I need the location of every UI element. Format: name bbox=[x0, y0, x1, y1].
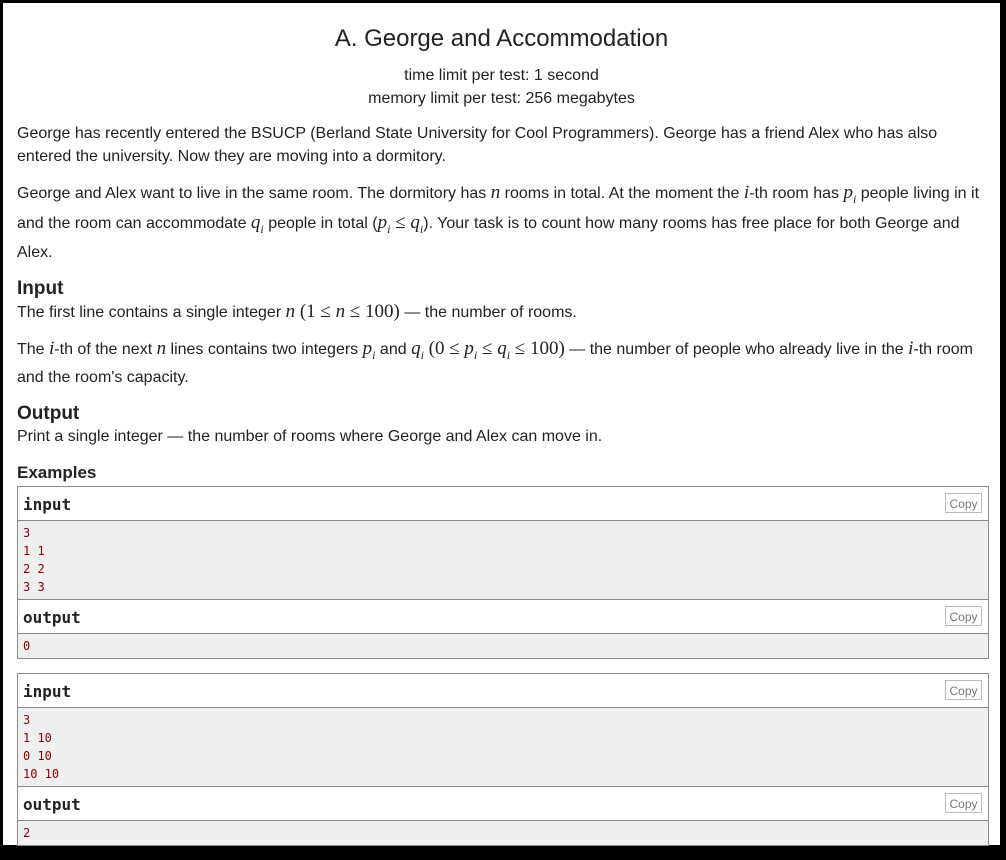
example-input-data: 3 1 10 0 10 10 10 bbox=[18, 708, 988, 787]
math-n: n bbox=[490, 182, 501, 203]
copy-button[interactable]: Copy bbox=[945, 793, 982, 814]
math-pi-le-qi: pi ≤ qi bbox=[377, 211, 424, 236]
statement-paragraph-2: George and Alex want to live in the same… bbox=[17, 182, 980, 261]
input-line-2: The i-th of the next n lines contains tw… bbox=[17, 337, 973, 387]
math-q-range: qi (0 ≤ pi ≤ qi ≤ 100) bbox=[411, 337, 565, 362]
example-2: input Copy 3 1 10 0 10 10 10 output Copy… bbox=[17, 673, 989, 847]
example-input-data: 3 1 1 2 2 3 3 bbox=[18, 521, 988, 600]
memory-limit: memory limit per test: 256 megabytes bbox=[368, 90, 635, 107]
problem-title: A. George and Accommodation bbox=[334, 25, 669, 52]
example-output-label: output bbox=[23, 795, 81, 815]
example-input-label: input bbox=[23, 495, 72, 515]
statement-paragraph-1: George has recently entered the BSUCP (B… bbox=[17, 125, 938, 165]
time-limit: time limit per test: 1 second bbox=[404, 67, 599, 84]
example-output-data: 2 bbox=[18, 821, 988, 846]
example-input-label: input bbox=[23, 682, 72, 702]
copy-button[interactable]: Copy bbox=[945, 493, 982, 514]
output-text: Print a single integer — the number of r… bbox=[17, 428, 603, 446]
output-section-title: Output bbox=[17, 403, 80, 425]
problem-statement: George has recently entered the BSUCP (B… bbox=[17, 122, 990, 860]
math-qi: qi bbox=[250, 211, 264, 236]
example-output-data: 0 bbox=[18, 634, 988, 659]
problem-page: A. George and Accommodation time limit p… bbox=[3, 3, 1000, 847]
math-pi: pi bbox=[843, 182, 857, 206]
input-section-title: Input bbox=[17, 277, 64, 299]
problem-header: A. George and Accommodation time limit p… bbox=[3, 3, 1000, 110]
example-output-label: output bbox=[23, 608, 81, 628]
input-line-1: The first line contains a single integer… bbox=[17, 300, 577, 322]
copy-button[interactable]: Copy bbox=[945, 680, 982, 701]
math-n-range: n (1 ≤ n ≤ 100) bbox=[285, 300, 400, 322]
example-1: input Copy 3 1 1 2 2 3 3 output Copy 0 bbox=[17, 486, 989, 660]
examples-title: Examples bbox=[17, 463, 97, 483]
copy-button[interactable]: Copy bbox=[945, 606, 982, 627]
